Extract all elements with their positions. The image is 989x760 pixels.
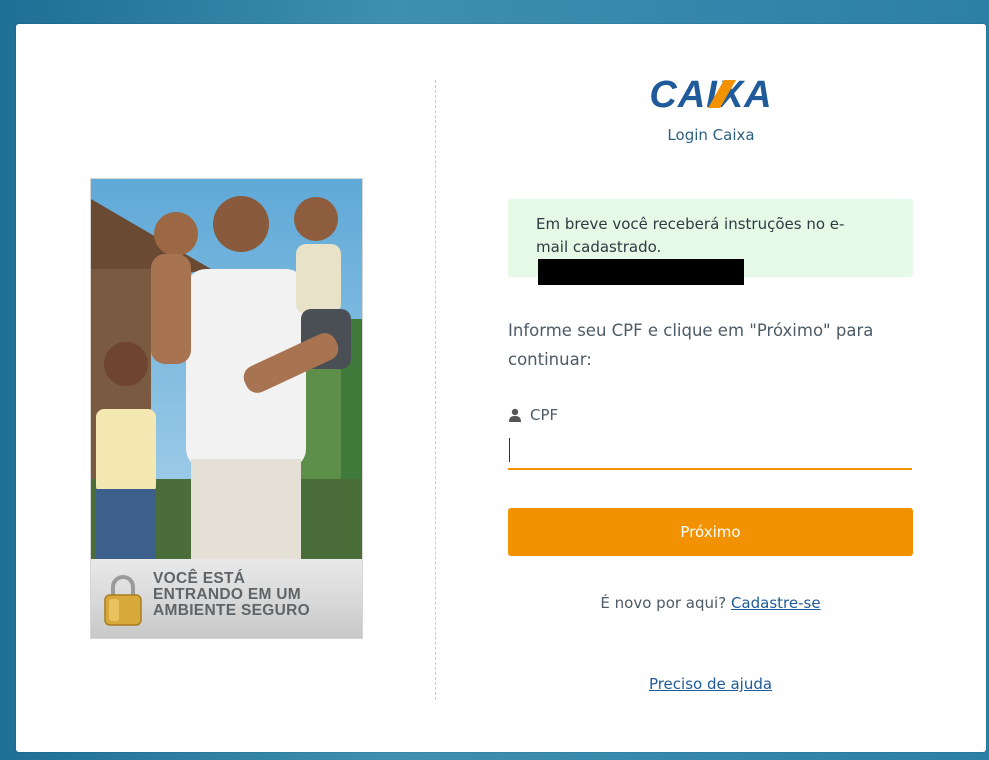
- page-subtitle: Login Caixa: [667, 126, 755, 144]
- security-promo: VOCÊ ESTÁ ENTRANDO EM UM AMBIENTE SEGURO: [90, 178, 363, 639]
- cpf-input[interactable]: [508, 432, 912, 470]
- next-button[interactable]: Próximo: [508, 508, 913, 556]
- banner-text: VOCÊ ESTÁ ENTRANDO EM UM AMBIENTE SEGURO: [153, 571, 358, 619]
- login-card: VOCÊ ESTÁ ENTRANDO EM UM AMBIENTE SEGURO…: [16, 24, 986, 752]
- notice-text: Em breve você receberá instruções no e-m…: [536, 215, 845, 256]
- text-caret: [509, 438, 510, 462]
- banner-line: AMBIENTE SEGURO: [153, 602, 310, 619]
- redacted-email: [538, 259, 744, 285]
- secure-environment-banner: VOCÊ ESTÁ ENTRANDO EM UM AMBIENTE SEGURO: [91, 559, 362, 638]
- banner-line: ENTRANDO EM UM: [153, 586, 301, 603]
- user-icon: [509, 408, 521, 422]
- login-panel: CAIXA Login Caixa Em breve você receberá…: [436, 24, 986, 752]
- signup-link[interactable]: Cadastre-se: [731, 594, 821, 612]
- cpf-label-text: CPF: [530, 406, 559, 424]
- padlock-icon: [104, 575, 142, 626]
- family-photo: [91, 179, 362, 559]
- caixa-logo: CAIXA: [649, 74, 771, 114]
- banner-line: VOCÊ ESTÁ: [153, 570, 246, 587]
- help-link[interactable]: Preciso de ajuda: [508, 675, 913, 693]
- signup-row: É novo por aqui? Cadastre-se: [508, 594, 913, 612]
- info-notice: Em breve você receberá instruções no e-m…: [508, 199, 913, 285]
- signup-prompt: É novo por aqui?: [600, 594, 727, 612]
- cpf-label: CPF: [508, 406, 558, 424]
- cpf-instructions: Informe seu CPF e clique em "Próximo" pa…: [508, 321, 874, 369]
